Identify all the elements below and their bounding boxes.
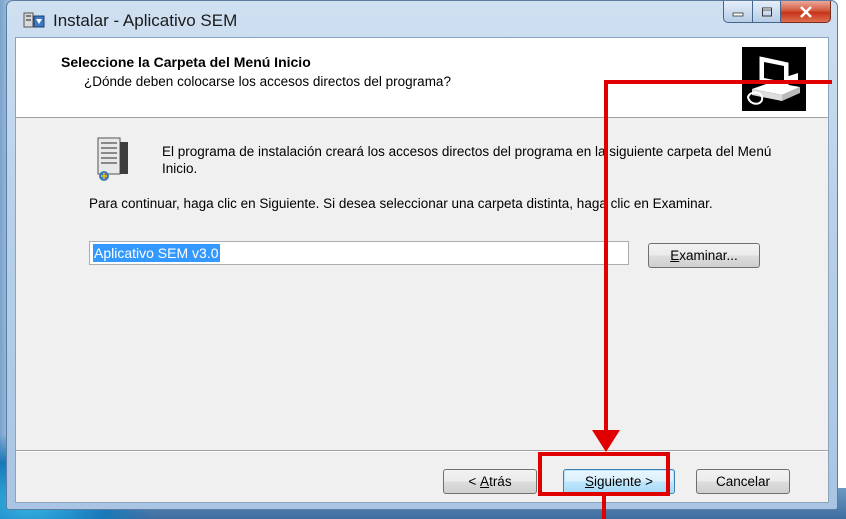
maximize-icon: [761, 7, 772, 16]
page-title: Seleccione la Carpeta del Menú Inicio: [61, 54, 311, 70]
annotation-highlight-box: [538, 452, 670, 496]
caption-buttons: [723, 1, 831, 23]
minimize-button[interactable]: [723, 1, 753, 23]
back-accel: A: [480, 474, 490, 489]
cancel-button[interactable]: Cancelar: [696, 469, 790, 494]
annotation-arrowhead: [592, 430, 620, 452]
maximize-button[interactable]: [753, 1, 781, 23]
installer-window: Instalar - Aplicativo SEM Seleccione la …: [6, 0, 838, 510]
window-title: Instalar - Aplicativo SEM: [53, 11, 238, 30]
browse-button[interactable]: Examinar...: [648, 243, 760, 268]
wizard-header: Seleccione la Carpeta del Menú Inicio ¿D…: [16, 38, 828, 118]
wizard-client-area: Seleccione la Carpeta del Menú Inicio ¿D…: [15, 37, 829, 503]
instructions-text: Para continuar, haga clic en Siguiente. …: [89, 196, 713, 211]
title-bar[interactable]: Instalar - Aplicativo SEM: [7, 1, 837, 39]
start-menu-folder-icon: [97, 137, 128, 181]
back-button[interactable]: < Atrás: [443, 469, 537, 494]
browse-label: xaminar...: [679, 248, 738, 263]
annotation-line-vertical: [604, 80, 608, 432]
page-subtitle: ¿Dónde deben colocarse los accesos direc…: [84, 74, 451, 89]
info-text: El programa de instalación creará los ac…: [162, 144, 772, 176]
computer-setup-image: [742, 47, 806, 111]
back-label: trás: [489, 474, 512, 489]
close-button[interactable]: [781, 1, 831, 23]
back-prefix: <: [468, 474, 481, 489]
annotation-line-top: [604, 80, 832, 84]
folder-input-selected-text[interactable]: Aplicativo SEM v3.0: [93, 244, 220, 262]
footer-divider: [16, 450, 828, 452]
browse-accel: E: [670, 248, 680, 263]
close-icon: [799, 5, 812, 18]
minimize-icon: [732, 12, 744, 16]
annotation-line-bottom: [602, 496, 606, 519]
installer-icon: [23, 12, 45, 28]
cancel-label: Cancelar: [715, 474, 771, 489]
